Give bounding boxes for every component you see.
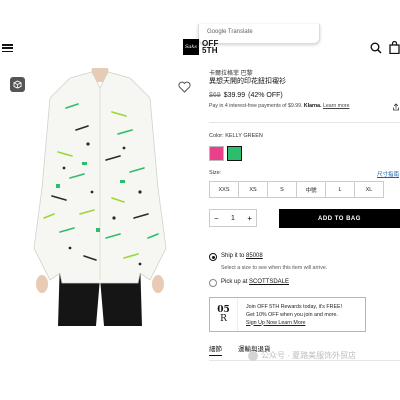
- ship-it-radio[interactable]: [209, 253, 217, 261]
- rewards-banner: 05 R Join OFF 5TH Rewards today, it's FR…: [209, 297, 366, 332]
- share-icon[interactable]: [392, 103, 400, 111]
- rewards-line1: Join OFF 5TH Rewards today, it's FREE!: [246, 303, 342, 310]
- ship-it-label: Ship it to: [221, 253, 247, 259]
- ship-note: Select a size to see when this item will…: [221, 265, 328, 271]
- product-title: 異想天開的印花鈕扣襯衫: [209, 78, 286, 85]
- heart-icon[interactable]: [178, 81, 191, 93]
- price-discount: (42% OFF): [248, 92, 283, 99]
- price-row: $69 $39.99 (42% OFF): [209, 92, 283, 99]
- color-label: Color: KELLY GREEN: [209, 133, 263, 139]
- size-option-s[interactable]: S: [267, 181, 297, 198]
- quantity-decrease-button[interactable]: −: [214, 214, 219, 223]
- watermark-text: 公众号 · 夏路美服饰外贸店: [261, 351, 357, 360]
- rewards-line2: Get 10% OFF when you join and more.: [246, 311, 338, 318]
- divider: [209, 122, 400, 123]
- price-original: $69: [209, 92, 221, 99]
- product-details-panel: 卡爾拉格菲 巴黎 異想天開的印花鈕扣襯衫 $69 $39.99 (42% OFF…: [209, 0, 400, 400]
- color-swatch-pink[interactable]: [209, 146, 224, 161]
- ship-zip-link[interactable]: 85008: [246, 253, 263, 259]
- quantity-value[interactable]: 1: [231, 215, 235, 222]
- size-option-m[interactable]: 中號: [296, 181, 326, 198]
- size-option-xl[interactable]: XL: [354, 181, 384, 198]
- menu-icon[interactable]: [2, 44, 13, 53]
- color-swatch-kelly-green[interactable]: [227, 146, 242, 161]
- quantity-increase-button[interactable]: +: [247, 214, 252, 223]
- wechat-icon: [248, 350, 258, 361]
- learn-more-link[interactable]: Learn more: [323, 103, 350, 109]
- pickup-store-link[interactable]: SCOTTSDALE: [249, 279, 289, 285]
- cube-icon: [13, 80, 22, 89]
- pickup-radio[interactable]: [209, 279, 217, 287]
- rewards-text: Join OFF 5TH Rewards today, it's FREE! G…: [238, 303, 342, 327]
- size-option-xxs[interactable]: XXS: [209, 181, 239, 198]
- size-guide-link[interactable]: 尺寸指南: [377, 170, 399, 178]
- klarna-logo: Klarna.: [303, 103, 322, 109]
- size-option-l[interactable]: L: [325, 181, 355, 198]
- ship-it-option: Ship it to 85008: [221, 253, 263, 259]
- tab-details[interactable]: 細節: [209, 343, 222, 356]
- logo-mark: Saks: [183, 39, 199, 55]
- installment-info: Pay in 4 interest-free payments of $9.99…: [209, 103, 349, 109]
- view-360-button[interactable]: [10, 77, 25, 92]
- size-option-xs[interactable]: XS: [238, 181, 268, 198]
- quantity-stepper: − 1 +: [209, 209, 257, 227]
- size-label: Size:: [209, 170, 222, 176]
- off5th-rewards-logo: 05 R: [210, 298, 238, 331]
- watermark: 公众号 · 夏路美服饰外贸店: [248, 350, 356, 361]
- pickup-option: Pick up at SCOTTSDALE: [221, 279, 289, 285]
- installment-text: Pay in 4 interest-free payments of $9.99…: [209, 103, 303, 109]
- add-to-bag-button[interactable]: ADD TO BAG: [279, 209, 400, 228]
- size-options: XXS XS S 中號 L XL: [209, 181, 384, 198]
- pickup-label: Pick up at: [221, 279, 250, 285]
- rewards-signup-link[interactable]: Sign Up Now Learn More: [246, 319, 342, 327]
- product-image[interactable]: [0, 68, 200, 326]
- price-sale: $39.99: [223, 92, 246, 99]
- rewards-logo-bottom: R: [220, 313, 227, 324]
